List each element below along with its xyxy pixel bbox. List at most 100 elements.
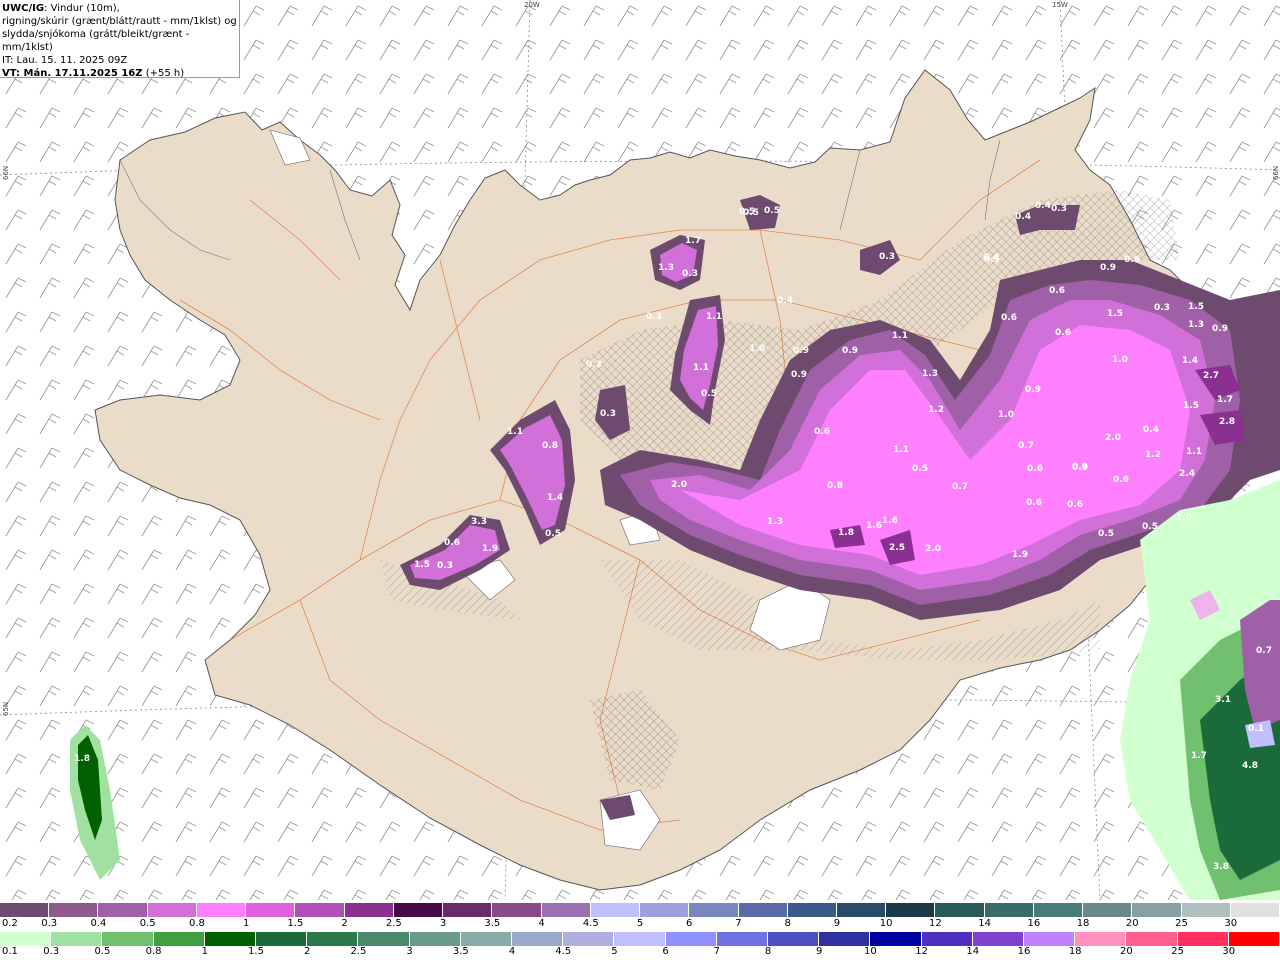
rain-colorbar-cell	[1024, 932, 1076, 946]
precip-value-label: 0.6	[1124, 255, 1140, 265]
precip-value-label: 0.6	[1026, 498, 1042, 508]
precip-value-label: 0.4	[1035, 201, 1051, 211]
precip-value-label: 1.3	[767, 517, 783, 527]
precip-value-label: 1.0	[1112, 355, 1128, 365]
rain-colorbar-label: 9	[816, 946, 823, 957]
header-line-3: slydda/snjókoma (grátt/bleikt/grænt - mm…	[2, 29, 190, 53]
precip-value-label: 1.0	[1176, 513, 1192, 523]
precip-value-label: 1.7	[1191, 751, 1207, 761]
precip-value-label: 0.9	[1072, 463, 1088, 473]
rain-colorbar-label: 5	[611, 946, 618, 957]
precip-value-label: 1.7	[685, 236, 701, 246]
rain-colorbar-label: 0.8	[145, 946, 162, 957]
header-line-1-rest: : Vindur (10m),	[44, 3, 120, 14]
rain-colorbar-cell	[0, 932, 52, 946]
precip-value-label: 1.1	[507, 427, 523, 437]
snow-colorbar-label: 0.2	[2, 918, 18, 929]
snow-colorbar-cell	[1230, 903, 1280, 917]
snow-colorbar-label: 4	[538, 918, 545, 929]
precip-value-label: 0.5	[743, 208, 759, 218]
snow-colorbar-cell	[836, 903, 887, 917]
snow-colorbar-labels: 0.2 0.3 0.4 0.5 0.8 1 1.5 2 2.5 3 3.5 4 4.5 5 6 7 8 9 10 12…	[0, 918, 1280, 930]
snow-colorbar-cell	[492, 903, 542, 917]
precip-value-label: 0.9	[1025, 385, 1041, 395]
rain-colorbar-label: 30	[1222, 946, 1236, 957]
precip-value-label: 3.8	[1213, 862, 1229, 872]
rain-colorbar-label: 2	[304, 946, 311, 957]
precip-value-label: 0.9	[791, 370, 807, 380]
snow-colorbar-cell	[98, 903, 148, 917]
precip-value-label: 3.3	[471, 517, 487, 527]
header-line-1: UWC/IG: Vindur (10m),	[2, 2, 239, 15]
snow-colorbar-label: 8	[784, 918, 791, 929]
precip-value-label: 0.6	[444, 538, 460, 548]
precip-value-label: 0.5	[764, 206, 780, 216]
rain-colorbar-cell	[870, 932, 922, 946]
precip-value-label: 2.0	[671, 480, 687, 490]
rain-colorbar-cell	[1075, 932, 1127, 946]
rain-colorbar-labels: 0.1 0.3 0.5 0.8 1 1.5 2 2.5 3 3.5 4 4.5 5 6 7 8 9 10 12 14 1…	[0, 946, 1280, 958]
precip-value-label: 0.3	[586, 360, 602, 370]
snow-colorbar-cell	[1033, 903, 1084, 917]
rain-colorbar-cell	[1126, 932, 1178, 946]
snow-colorbar-label: 18	[1076, 918, 1090, 929]
precip-value-label: 0.9	[1100, 263, 1116, 273]
precip-value-label: 0.1	[1248, 724, 1264, 734]
rain-colorbar-cell	[972, 932, 1025, 946]
snow-colorbar-cell	[640, 903, 690, 917]
precip-value-label: 0.3	[600, 409, 616, 419]
snow-colorbar-cell	[295, 903, 345, 917]
precip-value-label: 0.5	[912, 464, 928, 474]
precip-value-label: 2.4	[1179, 469, 1195, 479]
snow-colorbar-cell	[689, 903, 739, 917]
precip-value-label: 0.9	[793, 346, 809, 356]
rain-colorbar-label: 8	[764, 946, 772, 957]
rain-colorbar-cell	[819, 932, 871, 946]
rain-colorbar-label: 10	[864, 946, 877, 957]
precip-value-label: 1.7	[1217, 395, 1233, 405]
precip-value-label: 3.1	[1215, 695, 1231, 705]
snow-colorbar-cell	[590, 903, 641, 917]
rain-colorbar-cell	[1228, 932, 1280, 946]
precip-value-label: 1.1	[893, 445, 909, 455]
precip-value-label: 1.5	[1107, 309, 1123, 319]
snow-colorbar-cell	[344, 903, 394, 917]
precip-value-label: 0.3	[646, 312, 662, 322]
map-header-box: UWC/IG: Vindur (10m), rigning/skúrir (gr…	[0, 0, 240, 79]
precip-value-label: 0.9	[842, 346, 858, 356]
precip-value-label: 1.2	[928, 405, 944, 415]
rain-colorbar-label: 14	[966, 946, 980, 957]
precip-value-label: 1.6	[882, 516, 898, 526]
precip-value-label: 0.6	[814, 427, 830, 437]
snow-colorbar-label: 14	[978, 918, 991, 929]
snow-colorbar-cell	[147, 903, 197, 917]
precip-value-label: 0.7	[952, 482, 968, 492]
precip-value-label: 0.6	[1113, 475, 1129, 485]
snow-colorbar-label: 0.4	[90, 918, 107, 929]
precip-value-label: 1.6	[866, 521, 882, 531]
snow-colorbar-cell	[886, 903, 936, 917]
snow-colorbar-cell	[935, 903, 985, 917]
rain-colorbar-cell	[921, 932, 973, 946]
precip-value-label: 0.3	[682, 269, 698, 279]
snow-colorbar-cell	[738, 903, 788, 917]
rain-colorbar-cell	[768, 932, 820, 946]
precip-value-label: 1.9	[482, 544, 498, 554]
precip-value-label: 0.3	[1051, 204, 1067, 214]
snow-colorbar-label: 10	[879, 918, 893, 929]
lat-label-66n-right: 66N	[1272, 165, 1280, 180]
precip-value-label: 4.8	[1242, 761, 1258, 771]
precip-value-label: 1.1	[892, 331, 908, 341]
precip-value-label: 0.4	[1143, 425, 1159, 435]
snow-colorbar-label: 2.5	[385, 918, 402, 929]
precip-value-label: 0.5	[984, 255, 1000, 265]
rain-colorbar-label: 0.3	[43, 946, 60, 957]
precip-value-label: 0.4	[1015, 212, 1031, 222]
weather-map[interactable]: 0.5 0.5 0.4 0.3 1.7 1.3 0.3 0.3 0.3 0.3 0.9 0.6 1.1 0…	[0, 0, 1280, 900]
snow-colorbar-cell	[541, 903, 591, 917]
rain-colorbar-cell	[102, 932, 154, 946]
precip-value-label: 1.5	[1183, 401, 1199, 411]
precip-value-label: 0.8	[827, 481, 843, 491]
snow-colorbar-cell	[1083, 903, 1133, 917]
snow-colorbar-label: 0.8	[188, 918, 205, 929]
